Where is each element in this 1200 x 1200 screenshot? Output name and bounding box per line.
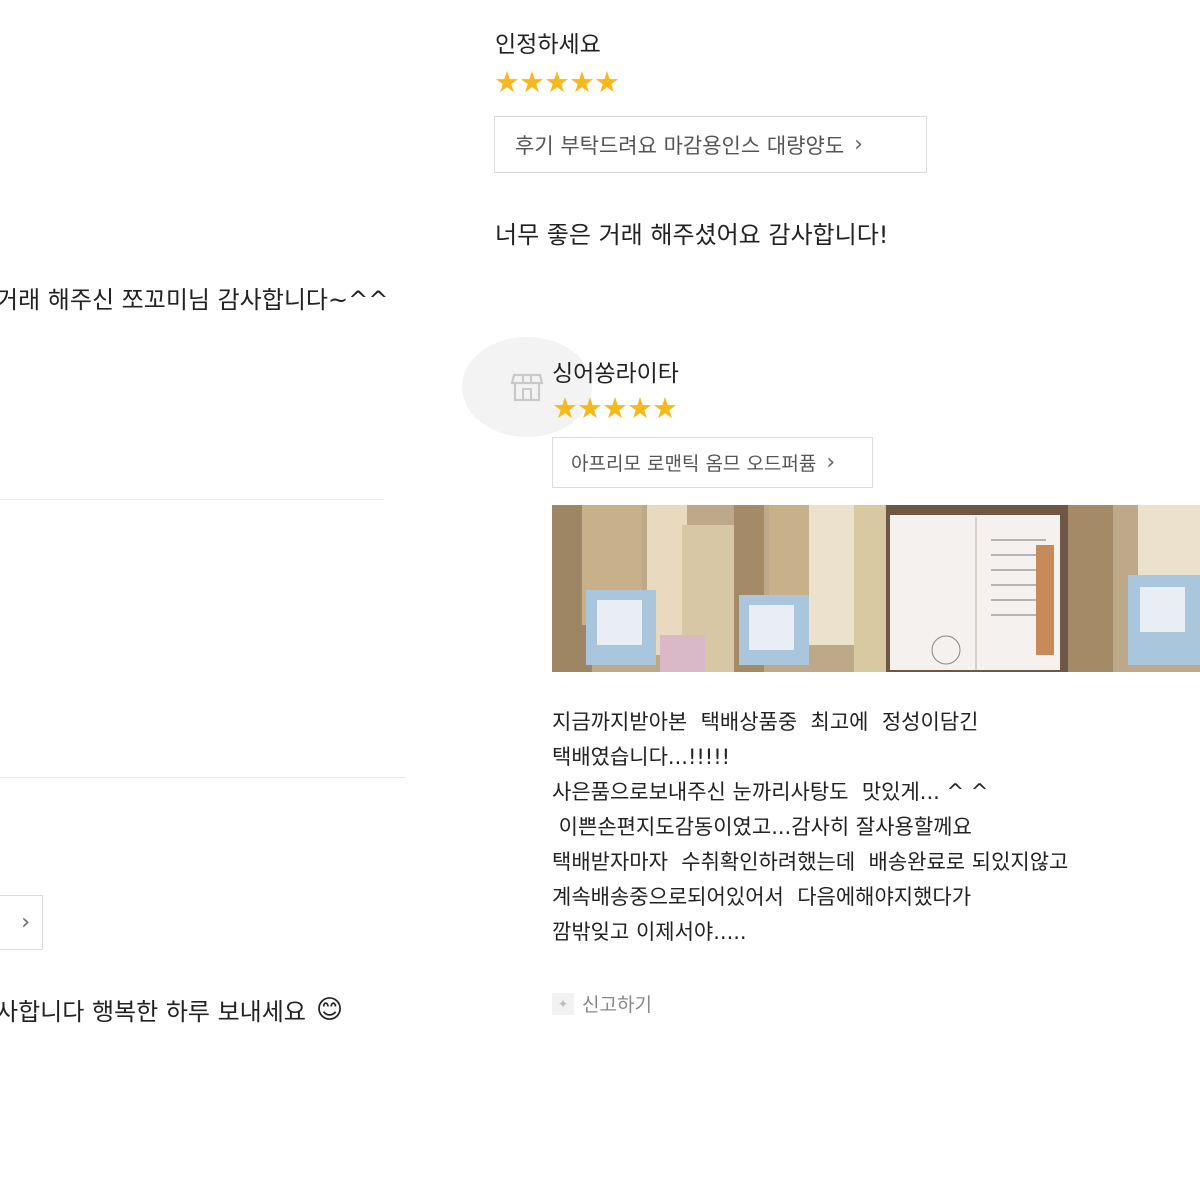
review-comment-text: 사합니다 행복한 하루 보내세요 [0, 998, 306, 1026]
review-photo[interactable] [734, 505, 886, 672]
review-photo[interactable] [886, 505, 1068, 672]
review-body: 지금까지받아본 택배상품중 최고에 정성이담긴 택배였습니다...!!!!! 사… [552, 710, 1069, 944]
divider [0, 499, 384, 500]
product-link-button[interactable]: › [0, 895, 43, 950]
review-photo[interactable] [1068, 505, 1200, 672]
chevron-right-icon: › [21, 910, 30, 935]
product-name: 후기 부탁드려요 마감용인스 대량양도 [515, 133, 845, 158]
review-photo[interactable] [552, 505, 734, 672]
chevron-right-icon: › [854, 132, 863, 157]
reviewer-name[interactable]: 싱어쏭라이타 [552, 354, 679, 388]
rating-stars: ★★★★★ [552, 391, 678, 425]
siren-icon: ✦ [552, 992, 574, 1015]
product-link-button[interactable]: 아프리모 로맨틱 옴므 오드퍼퓸 › [552, 437, 873, 488]
rating-stars: ★★★★★ [494, 65, 620, 99]
review-comment-left-1: 거래 해주신 쪼꼬미님 감사합니다~^^ [0, 286, 389, 314]
smile-emoji-icon: 😊 [315, 994, 344, 1025]
review-comment-left-2: 사합니다 행복한 하루 보내세요 😊 [0, 992, 343, 1027]
report-button[interactable]: ✦ 신고하기 [552, 990, 652, 1017]
review-comment: 너무 좋은 거래 해주셨어요 감사합니다! [495, 221, 889, 249]
product-link-button[interactable]: 후기 부탁드려요 마감용인스 대량양도 › [494, 116, 927, 173]
reviewer-name[interactable]: 인정하세요 [495, 25, 601, 59]
product-name: 아프리모 로맨틱 옴므 오드퍼퓸 [571, 453, 817, 475]
report-label: 신고하기 [582, 994, 652, 1016]
store-icon [510, 373, 544, 402]
divider [0, 777, 405, 778]
chevron-right-icon: › [826, 450, 836, 475]
